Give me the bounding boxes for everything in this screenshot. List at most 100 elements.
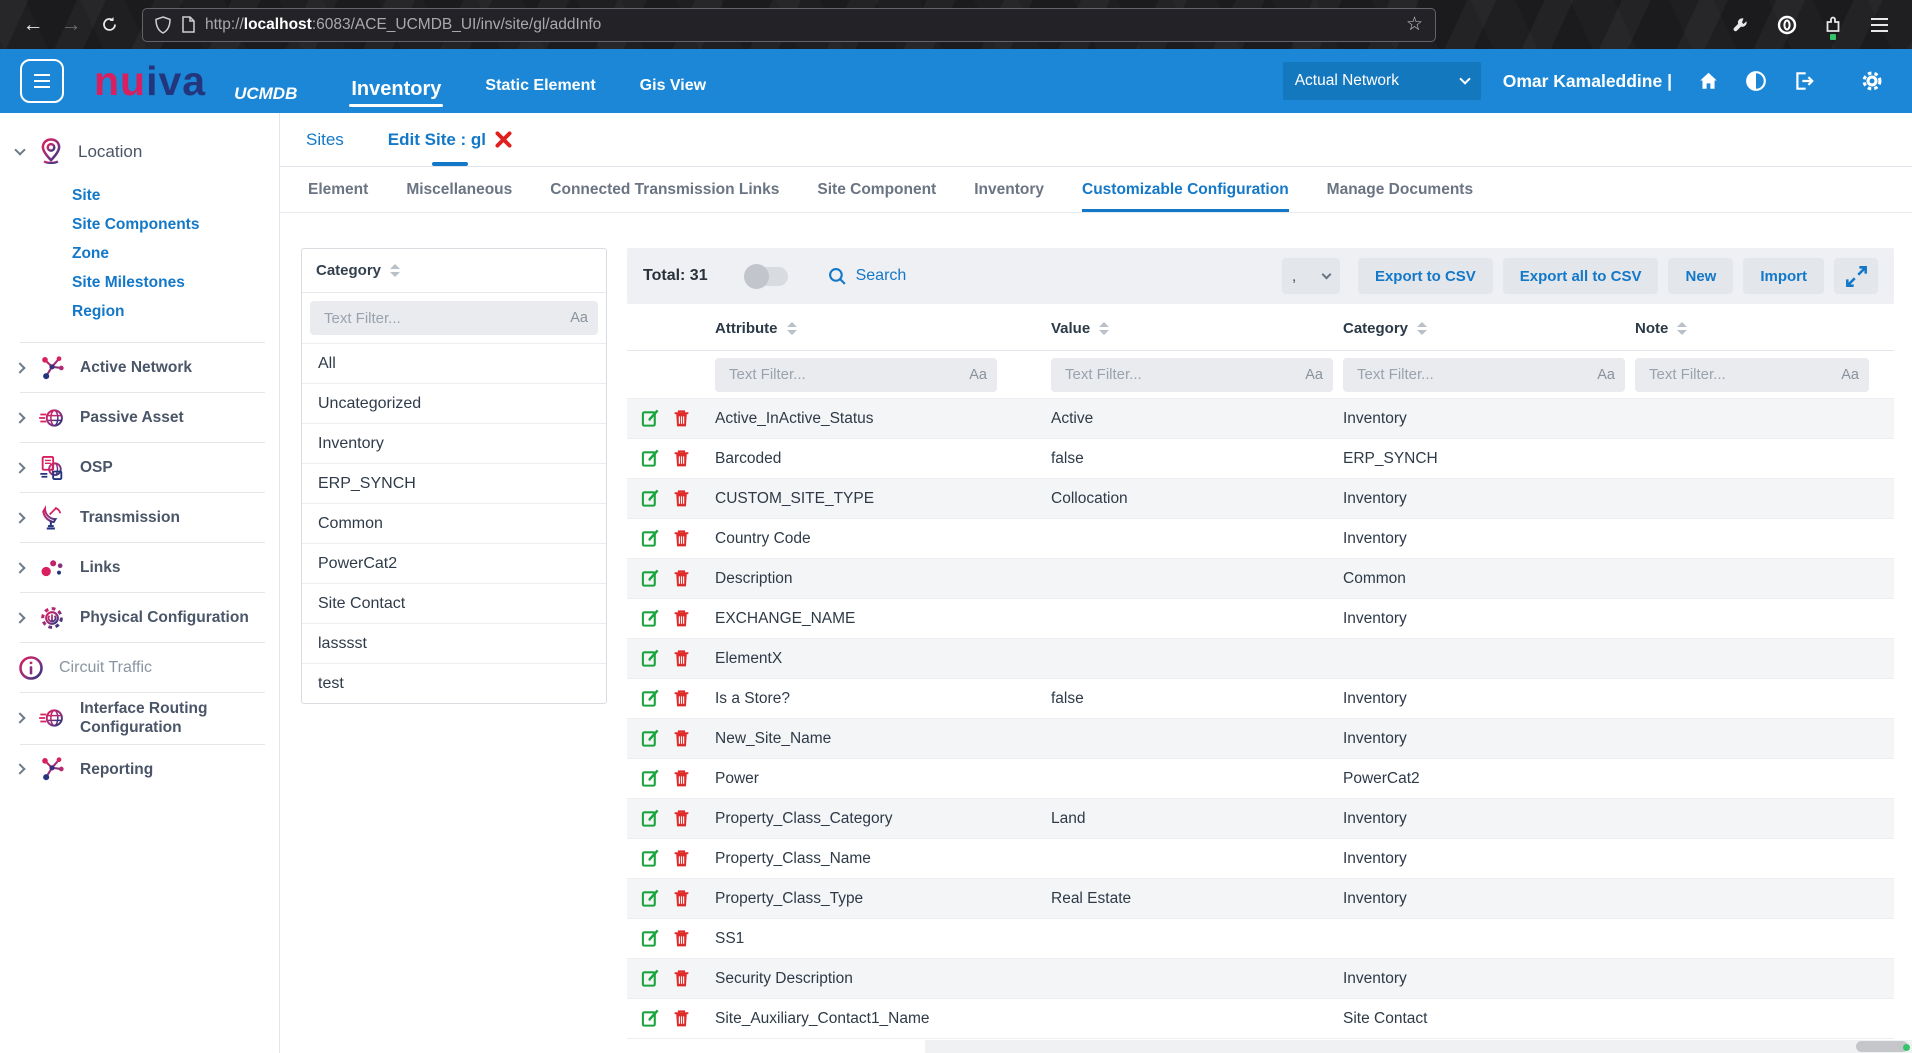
edit-row-button[interactable] [641,889,660,908]
toggle-switch[interactable] [746,267,788,286]
category-item[interactable]: Site Contact [302,583,606,623]
sidebar-item[interactable]: Site [72,181,279,210]
header-nav-item[interactable]: Static Element [483,77,597,113]
bookmark-star-icon[interactable]: ☆ [1406,13,1423,36]
delete-row-button[interactable] [672,689,691,708]
delete-row-button[interactable] [672,809,691,828]
sidebar-item[interactable]: Zone [72,239,279,268]
table-row[interactable]: EXCHANGE_NAME Inventory [627,599,1894,639]
sidebar-group-location[interactable]: Location [16,137,279,167]
delete-row-button[interactable] [672,489,691,508]
home-button[interactable] [1696,69,1720,93]
browser-menu-button[interactable] [1860,8,1898,42]
edit-row-button[interactable] [641,809,660,828]
subtab[interactable]: Inventory [974,167,1044,212]
adblock-badge-button[interactable] [1768,8,1806,42]
table-row[interactable]: Description Common [627,559,1894,599]
table-row[interactable]: Site_Auxiliary_Contact1_Name Site Contac… [627,999,1894,1039]
edit-row-button[interactable] [641,649,660,668]
sidebar-group[interactable]: Interface Routing Configuration [16,693,279,744]
delete-row-button[interactable] [672,649,691,668]
delete-row-button[interactable] [672,969,691,988]
network-selector[interactable]: Actual Network [1283,62,1481,100]
edit-row-button[interactable] [641,929,660,948]
edit-row-button[interactable] [641,529,660,548]
delete-row-button[interactable] [672,609,691,628]
browser-refresh-button[interactable] [90,8,128,42]
sidebar-group[interactable]: Links [16,543,279,592]
delete-row-button[interactable] [672,889,691,908]
note-filter-input[interactable] [1635,358,1869,392]
edit-row-button[interactable] [641,1009,660,1028]
edit-row-button[interactable] [641,849,660,868]
toolbar-button[interactable]: New [1668,258,1733,294]
logout-button[interactable] [1792,69,1816,93]
table-row[interactable]: CUSTOM_SITE_TYPE Collocation Inventory [627,479,1894,519]
edit-row-button[interactable] [641,969,660,988]
category-item[interactable]: All [302,343,606,383]
attribute-filter-input[interactable] [715,358,997,392]
browser-tools-button[interactable] [1722,8,1760,42]
subtab[interactable]: Manage Documents [1327,167,1473,212]
edit-row-button[interactable] [641,489,660,508]
browser-forward-button[interactable]: → [52,8,90,42]
extension-button[interactable] [1814,8,1852,42]
delete-row-button[interactable] [672,1009,691,1028]
sidebar-group[interactable]: Circuit Traffic [16,643,279,692]
sidebar-group[interactable]: Reporting [16,745,279,794]
subtab[interactable]: Miscellaneous [406,167,512,212]
sidebar-group[interactable]: Transmission [16,493,279,542]
delete-row-button[interactable] [672,569,691,588]
category-item[interactable]: test [302,663,606,703]
app-menu-button[interactable] [20,59,64,103]
table-row[interactable]: Power PowerCat2 [627,759,1894,799]
category-filter-input[interactable] [310,301,598,335]
value-filter-input[interactable] [1051,358,1333,392]
toolbar-button[interactable]: Export all to CSV [1503,258,1659,294]
category-item[interactable]: PowerCat2 [302,543,606,583]
csv-separator-select[interactable]: , [1282,258,1340,294]
browser-back-button[interactable]: ← [14,8,52,42]
sort-icon[interactable] [1677,322,1687,335]
table-row[interactable]: Is a Store? false Inventory [627,679,1894,719]
table-row[interactable]: Property_Class_Type Real Estate Inventor… [627,879,1894,919]
table-row[interactable]: Barcoded false ERP_SYNCH [627,439,1894,479]
edit-row-button[interactable] [641,609,660,628]
sidebar-group[interactable]: OSP [16,443,279,492]
category-item[interactable]: lasssst [302,623,606,663]
search-button[interactable]: Search [828,267,907,286]
subtab[interactable]: Element [308,167,368,212]
subtab[interactable]: Connected Transmission Links [550,167,779,212]
contrast-button[interactable] [1744,69,1768,93]
table-row[interactable]: Security Description Inventory [627,959,1894,999]
delete-row-button[interactable] [672,449,691,468]
edit-row-button[interactable] [641,729,660,748]
category-item[interactable]: Uncategorized [302,383,606,423]
case-sensitive-toggle[interactable]: Aa [969,367,987,383]
delete-row-button[interactable] [672,929,691,948]
toolbar-button[interactable]: Export to CSV [1358,258,1493,294]
delete-row-button[interactable] [672,409,691,428]
sidebar-item[interactable]: Site Milestones [72,268,279,297]
case-sensitive-toggle[interactable]: Aa [1305,367,1323,383]
header-nav-item[interactable]: Inventory [349,78,443,113]
table-row[interactable]: ElementX [627,639,1894,679]
tab-sites[interactable]: Sites [306,113,344,166]
toolbar-button[interactable]: Import [1743,258,1824,294]
table-row[interactable]: Property_Class_Category Land Inventory [627,799,1894,839]
expand-button[interactable] [1834,258,1878,294]
sort-icon[interactable] [787,322,797,335]
category-item[interactable]: ERP_SYNCH [302,463,606,503]
case-sensitive-toggle[interactable]: Aa [570,310,588,326]
edit-row-button[interactable] [641,769,660,788]
edit-row-button[interactable] [641,409,660,428]
subtab[interactable]: Customizable Configuration [1082,167,1289,212]
case-sensitive-toggle[interactable]: Aa [1841,367,1859,383]
edit-row-button[interactable] [641,569,660,588]
edit-row-button[interactable] [641,449,660,468]
delete-row-button[interactable] [672,769,691,788]
sort-icon[interactable] [390,264,400,277]
sort-icon[interactable] [1417,322,1427,335]
table-row[interactable]: Property_Class_Name Inventory [627,839,1894,879]
sidebar-group[interactable]: Physical Configuration [16,593,279,642]
